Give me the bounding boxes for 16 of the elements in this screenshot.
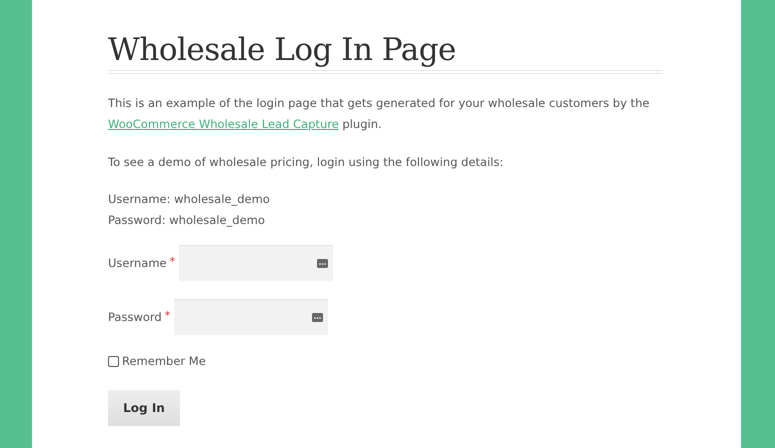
required-mark: * bbox=[170, 255, 176, 268]
field-label: Username bbox=[108, 254, 167, 272]
demo-note: To see a demo of wholesale pricing, login using the following details: bbox=[108, 154, 504, 171]
input-field[interactable] bbox=[174, 299, 328, 335]
required-mark: * bbox=[164, 309, 170, 322]
login-button[interactable]: Log In bbox=[108, 390, 180, 426]
credential-line: Username: wholesale_demo bbox=[108, 191, 271, 208]
dots-icon bbox=[317, 259, 328, 268]
credential-line: Password: wholesale_demo bbox=[108, 212, 266, 229]
page-title: Wholesale Log In Page bbox=[108, 31, 457, 70]
field-label: Password bbox=[108, 308, 162, 326]
remember-checkbox[interactable] bbox=[108, 356, 119, 367]
input-field[interactable] bbox=[179, 245, 334, 281]
dots-icon bbox=[312, 313, 324, 322]
intro-paragraph: This is an example of the login page that gets generated for your wholesale customers by the WooCommerce Wholesale Lead Capture plugin. bbox=[108, 95, 650, 133]
remember-label: Remember Me bbox=[122, 353, 206, 370]
